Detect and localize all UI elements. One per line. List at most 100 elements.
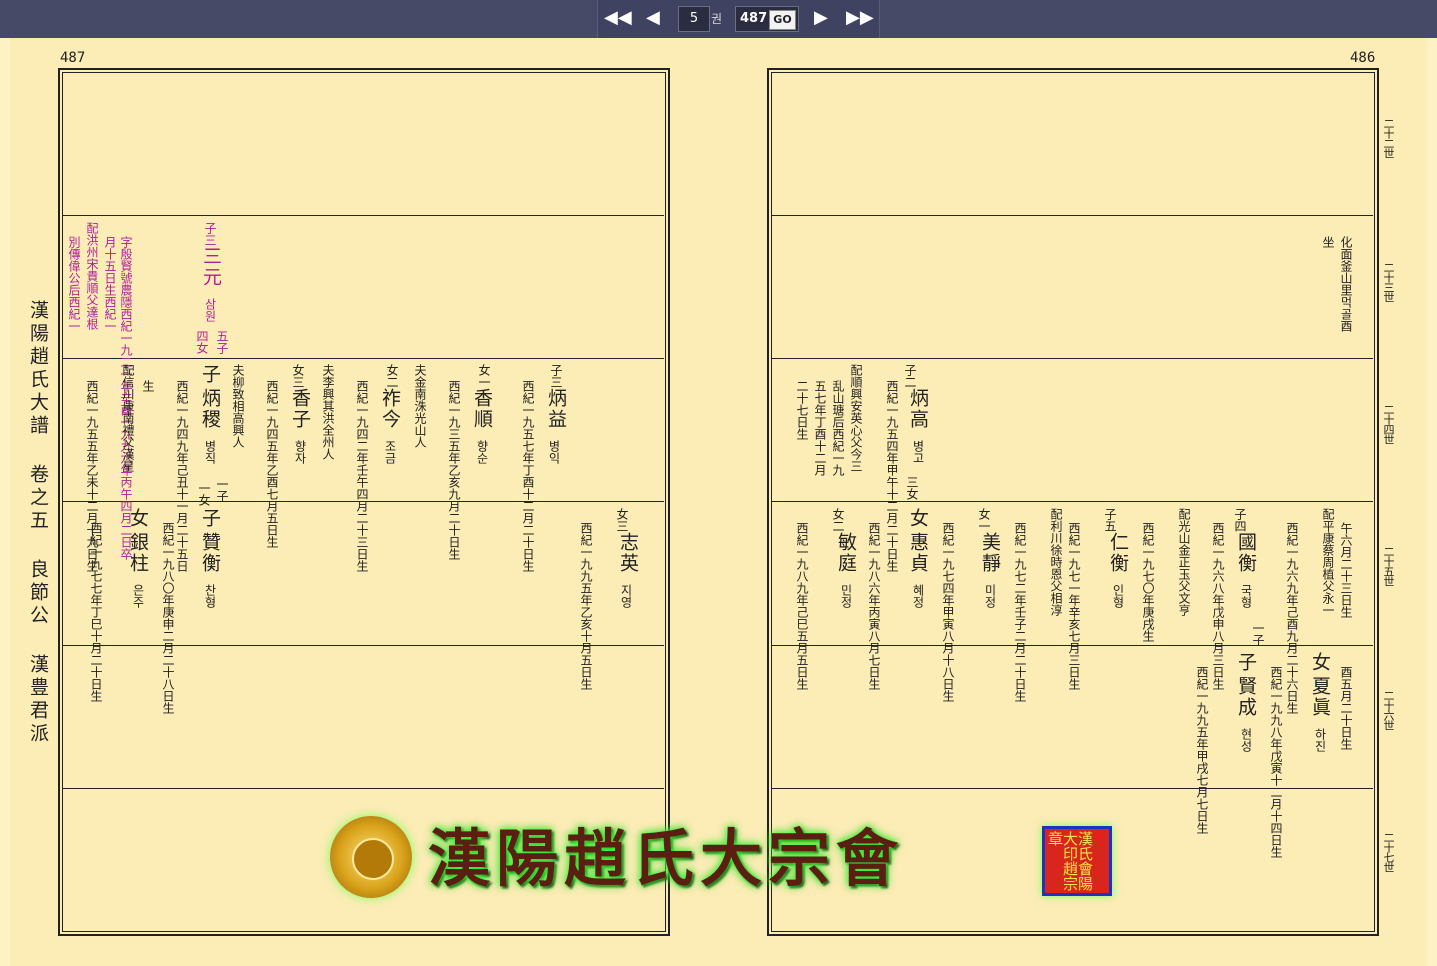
entry-details: 生 (141, 380, 155, 392)
entry-rank: 女 (907, 508, 929, 529)
entry-details: 西紀一九六八年戊申八月三日生 (1211, 522, 1225, 690)
entry-details: 西紀一九五四年甲午十二月二十日生 (885, 380, 899, 572)
entry-spouse: 西紀一九六九年己酉九月二十六日生 (1285, 522, 1299, 714)
entry-spouse: 夫金南洙光山人 (413, 364, 427, 448)
entry-name: 惠貞 (907, 532, 929, 574)
entry-note: 一女 (197, 482, 211, 506)
entry-details: 西紀一九四九年己丑十一月二十五日 (175, 380, 189, 572)
total-pages-box: 487 GO (735, 6, 799, 32)
entry-note: 化面釜山里먹골酉 (1339, 236, 1353, 332)
entry-name: 香子 (289, 388, 311, 430)
entry-name: 敏庭 (835, 532, 857, 574)
entry-hangul: 하진 (1313, 728, 1327, 752)
entry-hangul: 병고 (911, 440, 925, 464)
entry-rank: 子 (199, 364, 221, 385)
generation-label: 二十三世 (1382, 262, 1395, 302)
entry-spouse: 夫柳致相高興人 (231, 364, 245, 448)
right-page-inner (771, 72, 1375, 932)
entry-spouse: 西紀一九七〇年庚戌生 (1141, 522, 1155, 642)
entry-rank: 子 (1235, 652, 1257, 673)
entry-spouse: 配利川徐時恩父相淳 (1049, 508, 1063, 616)
entry-rank: 子四 (1233, 508, 1247, 532)
entry-details: 西紀一九三五年乙亥九月二十日生 (447, 380, 461, 560)
entry-details: 午六月二十三日生 (1339, 522, 1353, 618)
entry-note: 四女 (195, 330, 209, 354)
entry-spouse: 配順興安英心父今三 (849, 364, 863, 472)
entry-hangul: 민정 (839, 584, 853, 608)
entry-details: 字殷賢號農隱西紀一九二一年辛酉一九九六年丙午四月二日卒 (119, 236, 133, 560)
entry-rank: 女一 (477, 364, 491, 388)
generation-label: 二十七世 (1382, 832, 1395, 872)
entry-hangul: 인형 (1111, 584, 1125, 608)
entry-details: 西紀一九七四年甲寅八月十八日生 (941, 522, 955, 702)
entry-hangul: 향자 (293, 440, 307, 464)
last-page-button[interactable]: ▶▶ (846, 7, 874, 29)
entry-details: 西紀一九四二年壬午四月二十三日生 (355, 380, 369, 572)
entry-hangul: 향순 (475, 440, 489, 464)
entry-spouse: 西紀一九五五年乙未十二月十九日生 (85, 380, 99, 572)
kwon-label: 권 (711, 12, 723, 26)
generation-label: 二十五世 (1382, 546, 1395, 586)
seal-text: 漢氏會陽大印趙宗章 (1046, 831, 1094, 891)
entry-rank: 女二 (385, 364, 399, 388)
organization-logo-text: 漢陽趙氏大宗會 (428, 822, 905, 895)
entry-rank: 女三 (291, 364, 305, 388)
entry-details: 西紀一九五七年丁酉十二月二十日生 (521, 380, 535, 572)
page-navigation: ◀◀ ◀ 5 권 487 GO ▶ ▶▶ (597, 0, 880, 38)
entry-name: 賢成 (1235, 676, 1257, 718)
entry-spouse: 配洪州宋貴順父達根 (85, 222, 99, 330)
entry-rank: 女二 (831, 508, 845, 532)
first-page-button[interactable]: ◀◀ (604, 7, 632, 29)
entry-details: 西紀一九八〇年庚申二月二十八日生 (161, 522, 175, 714)
entry-hangul: 병익 (547, 440, 561, 464)
entry-details: 西紀一九七一年辛亥七月三日生 (1067, 522, 1081, 690)
generation-label: 二十二世 (1382, 118, 1395, 158)
entry-name: 祚今 (379, 388, 401, 430)
entry-name: 贊衡 (199, 532, 221, 574)
entry-spouse: 夫李興其洪全州人 (321, 364, 335, 460)
generation-label: 二十四世 (1382, 404, 1395, 444)
entry-rank: 子三 (549, 364, 563, 388)
entry-name: 志英 (617, 532, 639, 574)
entry-hangul: 현성 (1239, 728, 1253, 752)
entry-rank: 子五 (1103, 508, 1117, 532)
entry-rank: 子 (199, 508, 221, 529)
entry-hangul: 지영 (619, 584, 633, 608)
entry-hangul: 미정 (983, 584, 997, 608)
plum-blossom-emblem-icon (330, 816, 412, 898)
entry-details: 西紀一九九五年乙亥十月五日生 (579, 522, 593, 690)
entry-hangul: 혜정 (911, 584, 925, 608)
entry-details: 月十五日生西紀一 (103, 236, 117, 332)
entry-name: 三元 (200, 246, 222, 288)
entry-details: 西紀一九九五年甲戌七月七日生 (1195, 666, 1209, 834)
entry-name: 香順 (471, 388, 493, 430)
entry-name: 國衡 (1235, 532, 1257, 574)
entry-details: 酉五月二十日生 (1339, 666, 1353, 750)
entry-hangul: 은주 (131, 584, 145, 608)
entry-hangul: 조금 (383, 440, 397, 464)
entry-name: 仁衡 (1107, 532, 1129, 574)
go-button[interactable]: GO (769, 10, 796, 30)
entry-note: 坐 (1321, 236, 1335, 248)
entry-details: 西紀一九八六年丙寅八月七日生 (867, 522, 881, 690)
next-page-button[interactable]: ▶ (814, 7, 828, 29)
prev-page-button[interactable]: ◀ (646, 7, 660, 29)
entry-note: 五子 (215, 330, 229, 354)
book-side-title: 漢陽趙氏大譜 卷之五 良節公 漢豊君派 (27, 300, 49, 746)
entry-name: 炳高 (907, 388, 929, 430)
entry-rank: 女三 (615, 508, 629, 532)
entry-spouse: 五七年丁酉十二月 (813, 380, 827, 476)
entry-details: 西紀一九四五年乙酉七月五日生 (265, 380, 279, 548)
entry-rank: 子三 (203, 222, 217, 246)
entry-hangul: 병직 (203, 440, 217, 464)
entry-spouse: 別傳偉公后西紀一 (67, 236, 81, 332)
page-input[interactable]: 5 (678, 6, 710, 32)
entry-details: 西紀一九九八年戊寅十二月十四日生 (1269, 666, 1283, 858)
left-page-number: 487 (60, 50, 86, 66)
entry-spouse: 乱山瑭后西紀一九 (831, 380, 845, 476)
entry-hangul: 국형 (1239, 584, 1253, 608)
generation-label: 二十六世 (1382, 690, 1395, 730)
viewer-toolbar: ◀◀ ◀ 5 권 487 GO ▶ ▶▶ (0, 0, 1437, 38)
entry-rank: 女 (1309, 652, 1331, 673)
entry-hangul: 찬형 (203, 584, 217, 608)
